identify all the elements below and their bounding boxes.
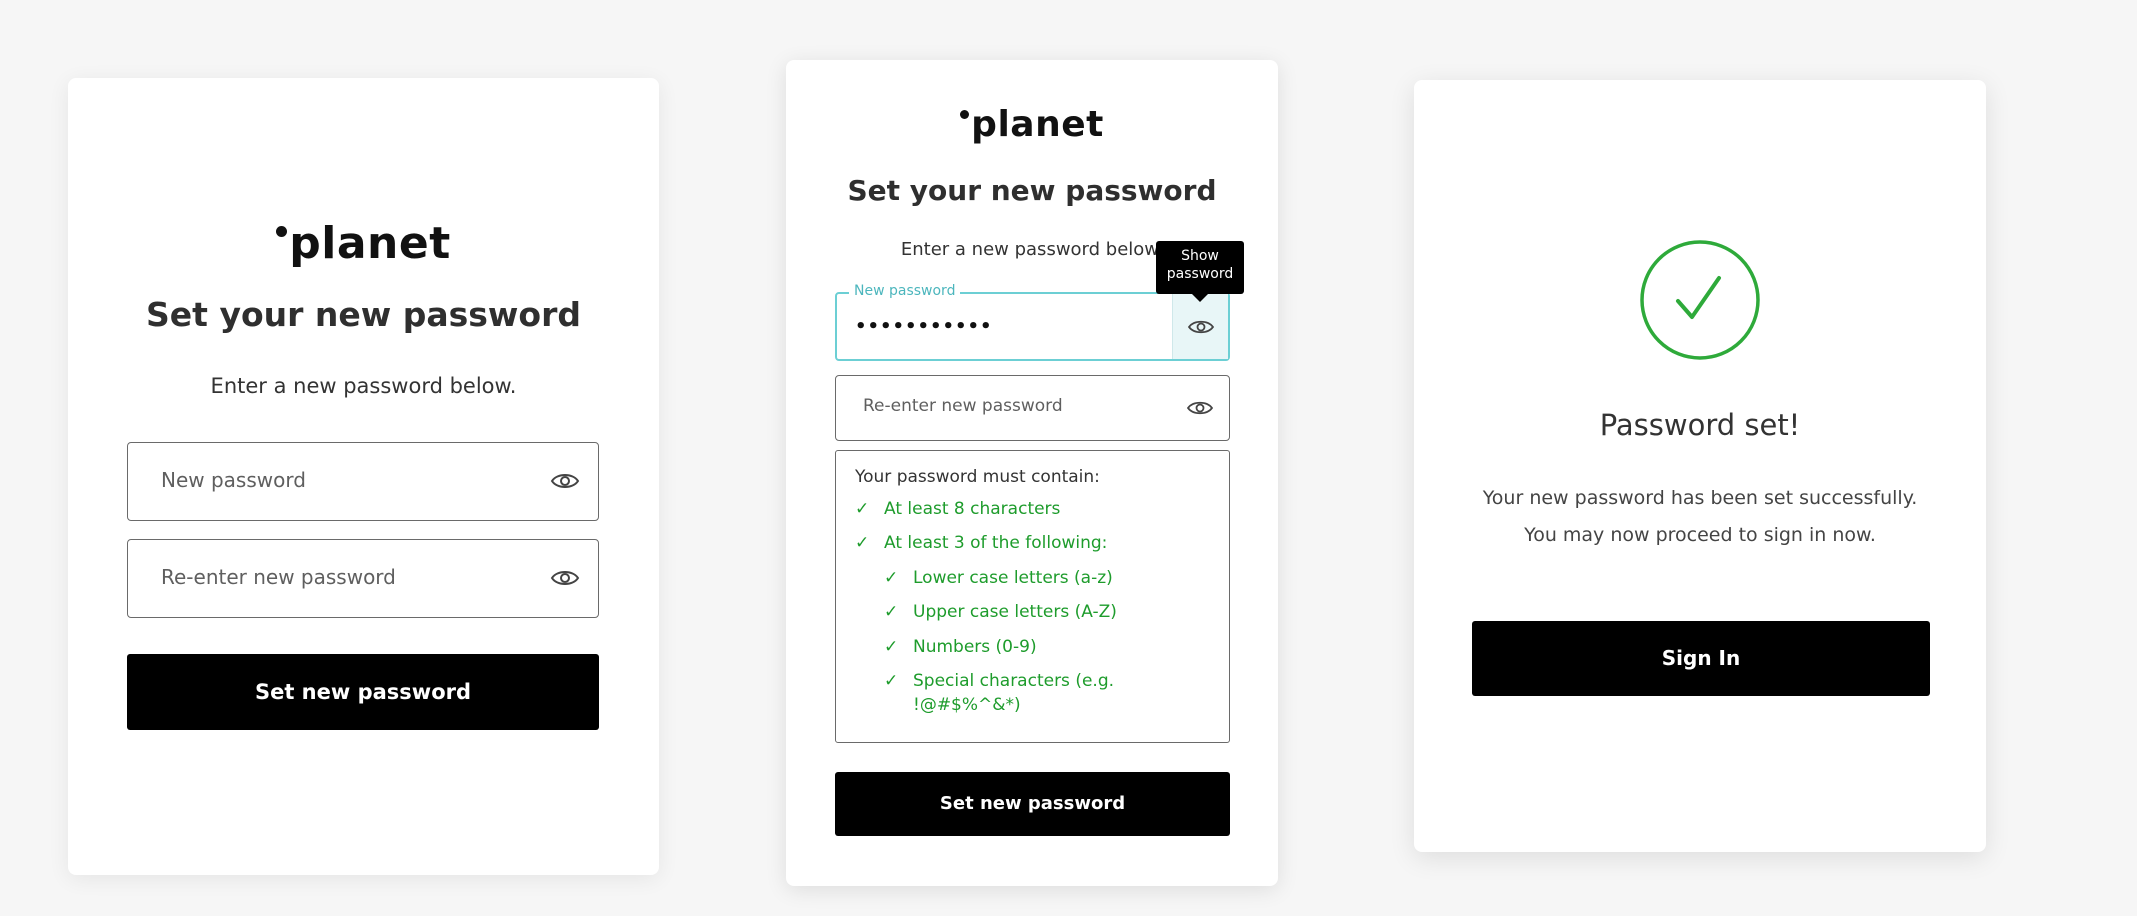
page-title: Set your new password bbox=[847, 174, 1217, 207]
requirements-heading: Your password must contain: bbox=[855, 467, 1100, 487]
eye-icon[interactable] bbox=[1186, 317, 1216, 337]
requirement-text: Numbers (0-9) bbox=[913, 637, 1037, 657]
set-password-card-initial: planet Set your new password Enter a new… bbox=[68, 78, 659, 875]
requirement-text: Lower case letters (a-z) bbox=[913, 568, 1113, 588]
password-requirements-box: Your password must contain: ✓ At least 8… bbox=[835, 450, 1230, 743]
reenter-password-input[interactable]: Re-enter new password bbox=[127, 539, 599, 618]
eye-icon[interactable] bbox=[1185, 398, 1215, 418]
check-icon: ✓ bbox=[884, 637, 899, 657]
page-title: Set your new password bbox=[146, 295, 581, 334]
set-new-password-button[interactable]: Set new password bbox=[835, 772, 1230, 836]
new-password-value: ••••••••••• bbox=[855, 316, 993, 337]
set-new-password-button[interactable]: Set new password bbox=[127, 654, 599, 730]
eye-icon[interactable] bbox=[550, 568, 580, 588]
sign-in-button[interactable]: Sign In bbox=[1472, 621, 1930, 696]
planet-logo: planet bbox=[786, 104, 1278, 145]
show-password-tooltip: Show password bbox=[1156, 241, 1244, 302]
success-message: Your new password has been set successfu… bbox=[1482, 487, 1918, 546]
check-icon: ✓ bbox=[855, 499, 870, 519]
requirement-text: At least 3 of the following: bbox=[884, 533, 1108, 553]
planet-logo: planet bbox=[68, 218, 659, 269]
page-subtitle: Enter a new password below. bbox=[210, 374, 517, 398]
check-icon: ✓ bbox=[884, 602, 899, 622]
reenter-password-input[interactable]: Re-enter new password bbox=[835, 375, 1230, 441]
check-icon: ✓ bbox=[884, 568, 899, 588]
logo-text: planet bbox=[971, 104, 1104, 145]
new-password-input[interactable]: New password bbox=[127, 442, 599, 521]
reenter-password-placeholder: Re-enter new password bbox=[161, 565, 396, 589]
check-circle-icon bbox=[1640, 240, 1760, 360]
new-password-placeholder: New password bbox=[161, 468, 306, 492]
password-set-success-card: Password set! Your new password has been… bbox=[1414, 80, 1986, 852]
eye-icon[interactable] bbox=[550, 471, 580, 491]
requirement-text: Special characters (e.g. !@#$%^&*) bbox=[913, 671, 1115, 715]
success-title: Password set! bbox=[1599, 408, 1801, 442]
check-icon: ✓ bbox=[855, 533, 870, 553]
requirement-text: At least 8 characters bbox=[884, 499, 1061, 519]
new-password-label: New password bbox=[849, 283, 961, 299]
set-password-card-validation: planet Set your new password Enter a new… bbox=[786, 60, 1278, 886]
show-password-toggle[interactable] bbox=[1172, 294, 1228, 359]
logo-text: planet bbox=[289, 218, 451, 269]
reenter-password-placeholder: Re-enter new password bbox=[863, 396, 1063, 416]
logo-dot bbox=[276, 226, 288, 237]
logo-dot bbox=[960, 110, 970, 119]
requirement-text: Upper case letters (A-Z) bbox=[913, 602, 1117, 622]
new-password-input-focused[interactable]: New password ••••••••••• bbox=[835, 283, 1230, 361]
check-icon: ✓ bbox=[884, 671, 899, 691]
